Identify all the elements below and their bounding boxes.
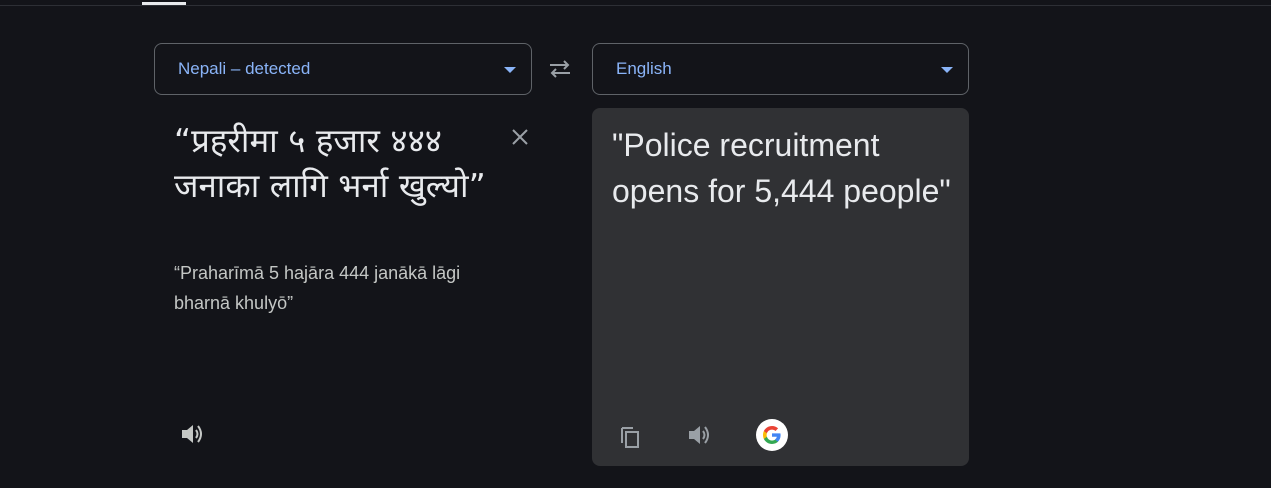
copy-translation-button[interactable]: [614, 421, 646, 453]
top-divider: [0, 5, 1271, 6]
listen-source-button[interactable]: [176, 418, 210, 450]
swap-arrows-icon: [550, 60, 570, 78]
active-tab-indicator: [142, 2, 186, 5]
transliteration-text: “Praharīmā 5 hajāra 444 janākā lāgi bhar…: [174, 263, 461, 313]
swap-languages-button[interactable]: [545, 55, 575, 83]
google-search-button[interactable]: [756, 419, 788, 451]
listen-translation-button[interactable]: [683, 419, 717, 451]
volume-icon: [689, 426, 709, 444]
google-logo-icon: [763, 426, 781, 444]
clear-source-button[interactable]: [504, 121, 536, 153]
target-language-label: English: [616, 59, 672, 78]
copy-icon: [621, 427, 639, 448]
chevron-down-icon: [504, 67, 516, 73]
chevron-down-icon: [941, 67, 953, 73]
translation-panel: "Police recruitment opens for 5,444 peop…: [592, 108, 969, 466]
source-language-label: Nepali – detected: [178, 59, 311, 78]
close-icon: [512, 129, 528, 145]
target-language-select[interactable]: English: [592, 43, 969, 95]
translation-toolbar: [592, 417, 969, 457]
translated-text: "Police recruitment opens for 5,444 peop…: [612, 127, 951, 209]
source-language-select[interactable]: Nepali – detected: [154, 43, 532, 95]
volume-icon: [182, 425, 202, 443]
source-text[interactable]: “प्रहरीमा ५ हजार ४४४ जनाका लागि भर्ना खु…: [174, 118, 494, 208]
